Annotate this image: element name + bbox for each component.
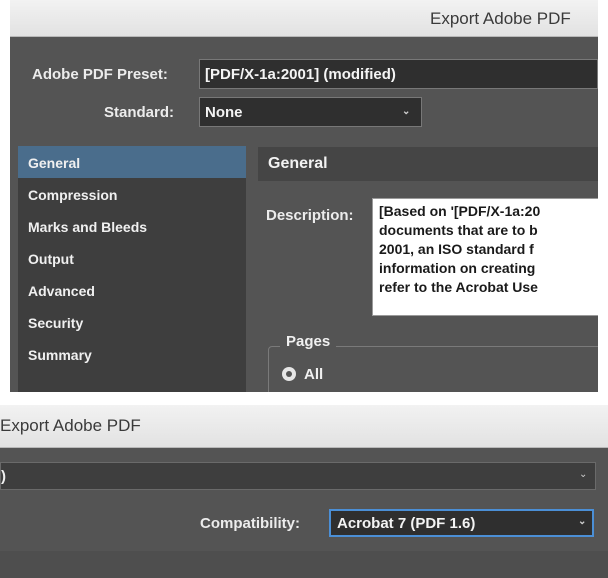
section-header: General (258, 147, 598, 181)
export-dialog-top: Export Adobe PDF Adobe PDF Preset: [PDF/… (10, 0, 598, 392)
standard-value: None (205, 104, 243, 121)
chevron-down-icon: ⌄ (579, 469, 588, 480)
standard-dropdown[interactable]: None ⌄ (199, 97, 422, 127)
preset-dropdown-2[interactable]: ) ⌄ (0, 462, 596, 490)
chevron-down-icon: ⌄ (402, 106, 411, 117)
preset-value-2: ) (1, 468, 6, 485)
compatibility-value: Acrobat 7 (PDF 1.6) (337, 515, 476, 532)
description-label: Description: (266, 207, 354, 224)
sidebar-item-compression[interactable]: Compression (18, 178, 246, 210)
export-dialog-bottom: Export Adobe PDF ) ⌄ Compatibility: Acro… (0, 405, 608, 578)
preset-label: Adobe PDF Preset: (32, 66, 168, 83)
pages-all-label[interactable]: All (304, 366, 323, 383)
window-title-2: Export Adobe PDF (0, 416, 141, 435)
sidebar-item-output[interactable]: Output (18, 242, 246, 274)
compatibility-dropdown[interactable]: Acrobat 7 (PDF 1.6) ⌄ (329, 509, 594, 537)
pages-legend: Pages (280, 333, 337, 350)
dialog-footer (0, 551, 608, 578)
pages-all-radio[interactable] (282, 367, 296, 381)
chevron-down-icon: ⌄ (578, 516, 587, 527)
sidebar-item-advanced[interactable]: Advanced (18, 274, 246, 306)
sidebar-item-general[interactable]: General (18, 146, 246, 178)
radio-selected-dot (286, 371, 292, 377)
preset-value: [PDF/X-1a:2001] (modified) (205, 66, 396, 83)
compatibility-label: Compatibility: (200, 515, 300, 532)
sidebar-item-security[interactable]: Security (18, 306, 246, 338)
description-text: [Based on '[PDF/X-1a:20 documents that a… (379, 203, 541, 295)
standard-label: Standard: (104, 104, 175, 121)
description-textarea[interactable]: [Based on '[PDF/X-1a:20 documents that a… (372, 198, 598, 316)
preset-dropdown[interactable]: [PDF/X-1a:2001] (modified) (199, 59, 598, 89)
title-bar: Export Adobe PDF (10, 0, 598, 37)
sidebar-item-marks-and-bleeds[interactable]: Marks and Bleeds (18, 210, 246, 242)
title-bar-2: Export Adobe PDF (0, 405, 608, 448)
window-title: Export Adobe PDF (430, 9, 571, 28)
sidebar-item-summary[interactable]: Summary (18, 338, 246, 370)
sidebar: General Compression Marks and Bleeds Out… (18, 146, 246, 392)
section-title: General (268, 155, 328, 172)
